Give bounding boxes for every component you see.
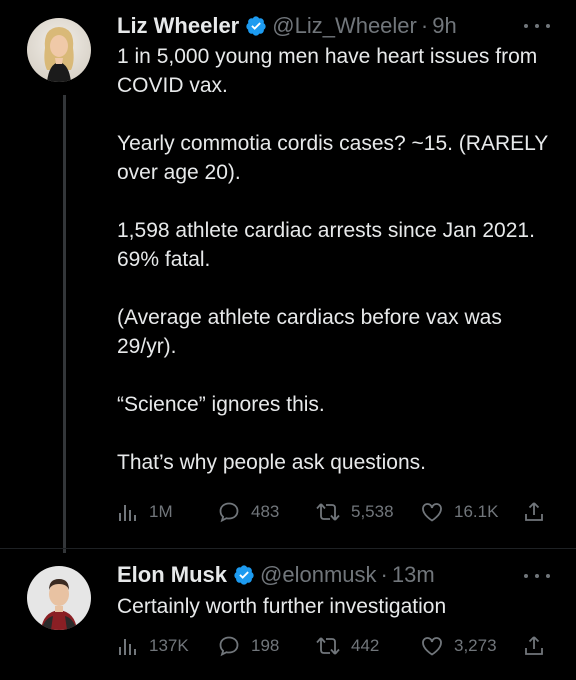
retweet-icon [316,637,340,655]
tweet-actions: 1M 483 5,538 16.1K [117,500,557,524]
reply-button[interactable]: 483 [217,500,279,524]
share-button[interactable] [522,634,546,658]
tweet-paragraph: (Average athlete cardiacs before vax was… [117,306,502,358]
more-icon[interactable] [524,566,550,586]
author-handle[interactable]: @Liz_Wheeler [272,13,417,39]
reply-icon [219,636,239,657]
retweet-button[interactable]: 442 [315,634,379,658]
reply-count: 198 [251,636,280,655]
author-name[interactable]: Liz Wheeler [117,13,239,39]
share-button[interactable] [522,500,546,524]
more-icon[interactable] [524,16,550,36]
views-button[interactable]: 137K [117,634,189,658]
tweet-paragraph: 1,598 athlete cardiac arrests since Jan … [117,219,535,271]
verified-icon [234,565,254,585]
views-icon [119,639,136,655]
tweet-paragraph: 1 in 5,000 young men have heart issues f… [117,45,538,97]
share-icon [525,636,543,655]
views-icon [119,505,136,521]
retweet-icon [316,503,340,521]
separator-dot: · [380,562,388,587]
thread-line [63,95,66,553]
tweet-liz-wheeler[interactable]: Liz Wheeler @Liz_Wheeler · 9h 1 in 5,000… [0,0,576,553]
like-icon [422,503,442,522]
reply-count: 483 [251,502,280,521]
author-handle[interactable]: @elonmusk [260,562,377,588]
timestamp[interactable]: 9h [432,13,456,39]
tweet-text: 1 in 5,000 young men have heart issues f… [117,42,557,477]
views-count: 1M [149,502,173,521]
tweet-paragraph: Certainly worth further investigation [117,595,447,618]
divider [0,548,576,549]
like-icon [422,637,442,656]
like-button[interactable]: 3,273 [420,634,497,658]
tweet-paragraph: That’s why people ask questions. [117,451,426,474]
like-count: 16.1K [454,502,499,521]
tweet-paragraph: “Science” ignores this. [117,393,325,416]
avatar[interactable] [27,18,91,82]
verified-icon [246,16,266,36]
author-name[interactable]: Elon Musk [117,562,227,588]
like-button[interactable]: 16.1K [420,500,498,524]
retweet-count: 442 [351,636,380,655]
avatar[interactable] [27,566,91,630]
tweet-actions: 137K 198 442 3,273 [117,634,557,658]
tweet-header: Liz Wheeler @Liz_Wheeler · 9h [117,13,457,39]
like-count: 3,273 [454,636,497,655]
retweet-button[interactable]: 5,538 [315,500,394,524]
tweet-text: Certainly worth further investigation [117,592,557,621]
reply-icon [219,502,239,523]
tweet-header: Elon Musk @elonmusk · 13m [117,562,435,588]
tweet-paragraph: Yearly commotia cordis cases? ~15. (RARE… [117,132,548,184]
views-count: 137K [149,636,189,655]
reply-button[interactable]: 198 [217,634,279,658]
retweet-count: 5,538 [351,502,394,521]
separator-dot: · [420,13,429,38]
views-button[interactable]: 1M [117,500,173,524]
timestamp[interactable]: 13m [392,562,435,588]
share-icon [525,502,543,521]
